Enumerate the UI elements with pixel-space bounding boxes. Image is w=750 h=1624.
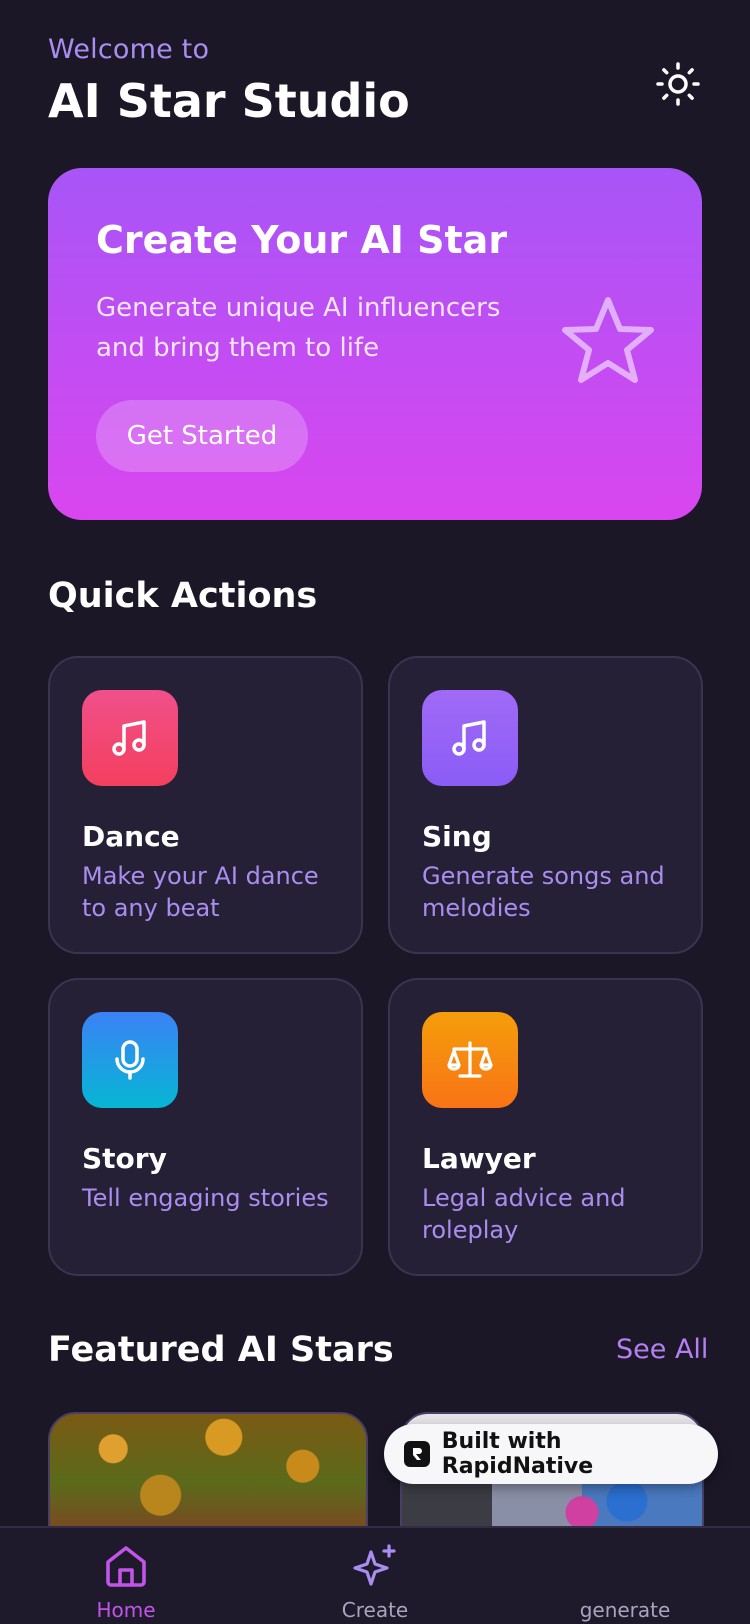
get-started-button[interactable]: Get Started [96,400,308,472]
music-note-icon [422,690,518,786]
hero-card: Create Your AI Star Generate unique AI i… [48,168,702,520]
card-title: Lawyer [422,1142,536,1175]
action-card-lawyer[interactable]: Lawyer Legal advice and roleplay [388,978,703,1276]
theme-toggle-button[interactable] [652,58,704,110]
tab-home[interactable]: Home [46,1528,206,1624]
bottom-tab-bar: Home Create generate [0,1526,750,1624]
card-title: Sing [422,820,492,853]
tab-label: Home [96,1598,156,1622]
card-description: Tell engaging stories [82,1184,329,1212]
card-description: Legal advice and roleplay [422,1184,626,1244]
home-icon [106,1546,146,1587]
hero-title: Create Your AI Star [96,218,508,262]
star-icon [562,297,654,383]
rapidnative-logo-icon [404,1441,430,1467]
card-description: Make your AI dance to any beat [82,862,319,922]
tab-label: Create [341,1598,409,1622]
see-all-link[interactable]: See All [616,1334,708,1365]
quick-actions-title: Quick Actions [48,576,318,616]
tab-generate[interactable]: generate [545,1528,705,1624]
scale-icon [422,1012,518,1108]
tab-create[interactable]: Create [295,1528,455,1624]
featured-title: Featured AI Stars [48,1330,394,1370]
action-card-story[interactable]: Story Tell engaging stories [48,978,363,1276]
hero-subtitle: Generate unique AI influencers and bring… [96,293,501,363]
card-description: Generate songs and melodies [422,862,665,922]
sparkle-icon [353,1544,396,1586]
app-title: AI Star Studio [48,74,410,128]
action-card-sing[interactable]: Sing Generate songs and melodies [388,656,703,954]
card-title: Story [82,1142,167,1175]
rapidnative-badge[interactable]: Built with RapidNative [384,1424,718,1484]
sun-icon [656,62,700,106]
music-note-icon [82,690,178,786]
welcome-text: Welcome to [48,34,210,65]
tab-label: generate [579,1598,671,1622]
featured-star-card[interactable] [48,1412,368,1532]
action-card-dance[interactable]: Dance Make your AI dance to any beat [48,656,363,954]
microphone-icon [82,1012,178,1108]
badge-text: Built with RapidNative [441,1429,594,1479]
card-title: Dance [82,820,180,853]
